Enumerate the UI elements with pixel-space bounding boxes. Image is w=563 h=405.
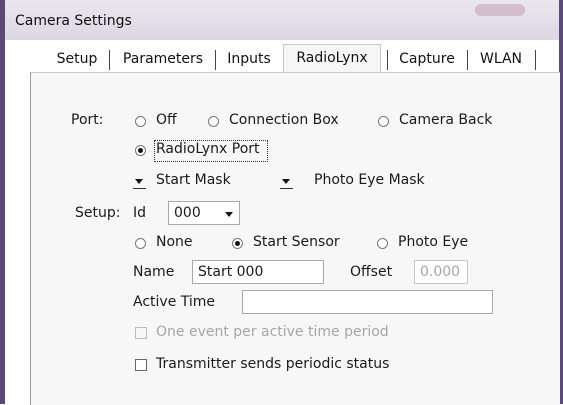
periodic-status-checkbox[interactable] [135,359,147,371]
one-event-checkbox[interactable] [135,327,147,339]
port-label: Port: [71,112,104,128]
id-select[interactable]: 000 [168,201,240,225]
chevron-down-icon [225,212,233,217]
sensor-start-label[interactable]: Start Sensor [253,234,340,250]
start-mask-dropdown-icon[interactable] [133,175,146,189]
tab-separator [535,50,536,70]
offset-input[interactable]: 0.000 [414,260,468,284]
name-label: Name [133,264,175,280]
title-bar[interactable]: Camera Settings [5,0,559,40]
titlebar-glare [475,4,525,16]
photo-eye-mask-dropdown-icon[interactable] [280,175,293,189]
port-camera-back-label[interactable]: Camera Back [399,112,492,128]
sensor-none-label[interactable]: None [156,234,193,250]
tab-separator [109,50,110,70]
one-event-label: One event per active time period [156,324,389,340]
port-off-label[interactable]: Off [156,112,177,128]
sensor-start-radio[interactable] [232,238,243,249]
id-select-value: 000 [174,205,201,221]
port-radiolynx-label[interactable]: RadioLynx Port [156,141,260,157]
tab-parameters[interactable]: Parameters [117,46,209,72]
port-radiolynx-radio[interactable] [135,145,146,156]
tab-strip: Setup Parameters Inputs RadioLynx Captur… [45,44,545,73]
active-time-input[interactable] [242,290,493,314]
sensor-photo-eye-radio[interactable] [377,238,388,249]
setup-label: Setup: [75,205,121,221]
start-mask-label[interactable]: Start Mask [156,172,231,188]
tab-radiolynx[interactable]: RadioLynx [283,44,381,73]
tab-setup[interactable]: Setup [53,46,101,72]
tab-wlan[interactable]: WLAN [475,46,527,72]
active-time-label: Active Time [133,294,216,310]
window-frame-left [0,0,5,404]
photo-eye-mask-label[interactable]: Photo Eye Mask [314,172,425,188]
id-label: Id [133,205,147,221]
tab-separator [467,50,468,70]
offset-label: Offset [350,264,393,280]
port-off-radio[interactable] [135,116,146,127]
port-connection-box-label[interactable]: Connection Box [229,112,339,128]
name-input[interactable]: Start 000 [192,260,324,284]
tab-separator [215,50,216,70]
port-connection-box-radio[interactable] [208,116,219,127]
window-title: Camera Settings [15,13,132,29]
port-camera-back-radio[interactable] [378,116,389,127]
periodic-status-label[interactable]: Transmitter sends periodic status [156,356,389,372]
tab-separator [387,50,388,70]
sensor-none-radio[interactable] [135,238,146,249]
tab-capture[interactable]: Capture [395,46,459,72]
tab-inputs[interactable]: Inputs [223,46,275,72]
sensor-photo-eye-label[interactable]: Photo Eye [398,234,468,250]
